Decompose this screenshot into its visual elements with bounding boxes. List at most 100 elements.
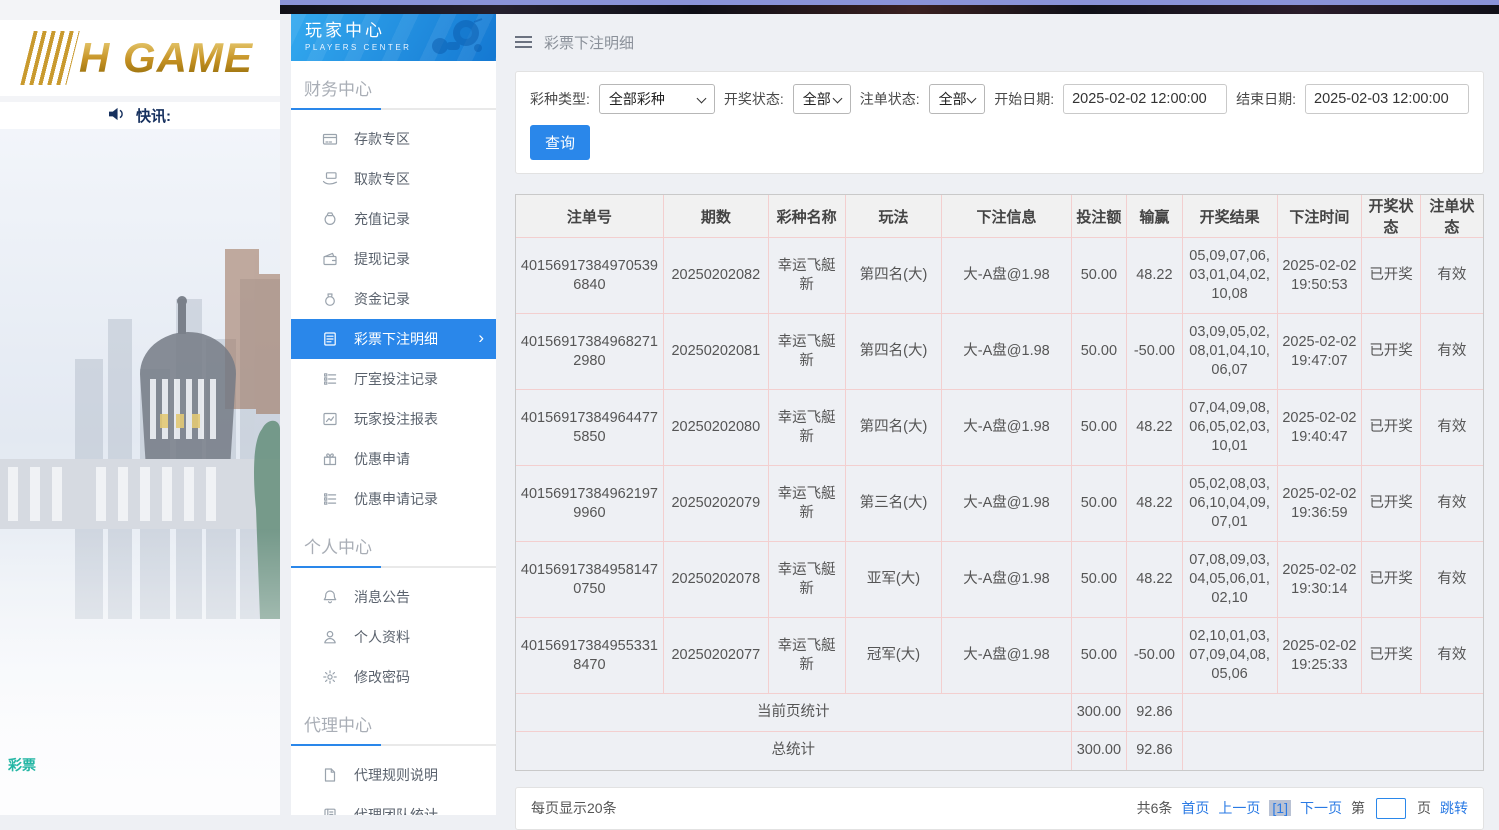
table-cell: 幸运飞艇新 (767, 617, 846, 694)
column-header: 期数 (662, 195, 769, 238)
summary-label: 总统计 (771, 742, 816, 759)
page-size-text: 每页显示20条 (531, 800, 617, 816)
sidebar-header: 玩家中心 PLAYERS CENTER (291, 14, 496, 61)
logo-stripes-icon (20, 31, 80, 85)
table-cell: 50.00 (1070, 313, 1127, 390)
draw-status-label: 开奖状态: (723, 91, 784, 107)
end-date-input[interactable] (1305, 84, 1469, 114)
sidebar-item-label: 充值记录 (354, 211, 410, 227)
page-title: 彩票下注明细 (544, 34, 635, 52)
brand-logo: H GAME (0, 20, 280, 96)
sidebar-item-label: 厅室投注记录 (354, 371, 438, 387)
sidebar-item-优惠申请[interactable]: 优惠申请 (291, 439, 496, 479)
table-cell: 50.00 (1070, 465, 1127, 542)
draw-status-select[interactable]: 全部 (792, 84, 851, 114)
table-cell: 有效 (1419, 313, 1483, 390)
table-cell: 第四名(大) (844, 237, 942, 314)
table-cell: 幸运飞艇新 (767, 237, 846, 314)
table-cell: 第三名(大) (844, 465, 942, 542)
table-row: 401569173849682712980 20250202081 幸运飞艇新 第四名… (516, 313, 1483, 390)
table-cell: 已开奖 (1361, 465, 1421, 542)
table-cell: 冠军(大) (844, 617, 942, 694)
table-cell: 幸运飞艇新 (767, 541, 846, 618)
table-cell: 05,02,08,03,06,10,04,09,07,01 (1181, 465, 1278, 542)
table-cell: 大-A盘@1.98 (941, 237, 1072, 314)
table-cell: -50.00 (1126, 313, 1183, 390)
page-header: 彩票下注明细 (515, 14, 1484, 58)
sidebar-item-修改密码[interactable]: 修改密码 (291, 657, 496, 697)
sidebar-item-代理规则说明[interactable]: 代理规则说明 (291, 755, 496, 795)
table-cell: 20250202078 (662, 541, 769, 618)
lottery-type-select[interactable]: 全部彩种 (598, 84, 715, 114)
column-header: 开奖状态 (1361, 195, 1421, 238)
sidebar-item-厅室投注记录[interactable]: 厅室投注记录 (291, 359, 496, 399)
table-cell: 2025-02-02 19:47:07 (1276, 313, 1362, 390)
next-page-link[interactable]: 下一页 (1300, 798, 1342, 818)
hand-icon (322, 171, 339, 187)
sidebar-item-优惠申请记录[interactable]: 优惠申请记录 (291, 479, 496, 519)
first-page-link[interactable]: 首页 (1181, 798, 1209, 818)
table-cell: 2025-02-02 19:50:53 (1276, 237, 1362, 314)
column-header: 注单状态 (1419, 195, 1483, 238)
table-cell: 20250202082 (662, 237, 769, 314)
jump-page-input[interactable] (1376, 797, 1406, 819)
order-status-select[interactable]: 全部 (928, 84, 986, 114)
column-header: 注单号 (516, 195, 664, 238)
sidebar-item-label: 消息公告 (354, 589, 410, 605)
sidebar-item-个人资料[interactable]: 个人资料 (291, 617, 496, 657)
sidebar-item-存款专区[interactable]: 存款专区 (291, 119, 496, 159)
table-cell: 已开奖 (1361, 617, 1421, 694)
sidebar-item-彩票下注明细[interactable]: 彩票下注明细 › (291, 319, 496, 359)
sidebar-item-label: 彩票下注明细 (354, 331, 438, 347)
gear-icon (322, 669, 339, 685)
table-cell: 幸运飞艇新 (767, 389, 846, 466)
summary-winloss-total: 92.86 (1126, 731, 1183, 770)
summary-row: 当前页统计 300.00 92.86 (516, 693, 1483, 732)
start-date-label: 开始日期: (994, 91, 1055, 107)
end-date-label: 结束日期: (1236, 91, 1296, 107)
sidebar-item-label: 个人资料 (354, 629, 410, 645)
table-cell: 02,10,01,03,07,09,04,08,05,06 (1181, 617, 1278, 694)
table-cell: 2025-02-02 19:40:47 (1276, 389, 1362, 466)
jump-suffix-text: 页 (1417, 800, 1431, 816)
sidebar-item-玩家投注报表[interactable]: 玩家投注报表 (291, 399, 496, 439)
sidebar-item-取款专区[interactable]: 取款专区 (291, 159, 496, 199)
chart-icon (322, 411, 339, 427)
sidebar-item-label: 资金记录 (354, 291, 410, 307)
summary-winloss-total: 92.86 (1126, 693, 1183, 732)
table-row: 401569173849644775850 20250202080 幸运飞艇新 第四名… (516, 389, 1483, 466)
lottery-type-label: 彩种类型: (530, 91, 590, 107)
table-cell: 有效 (1419, 617, 1483, 694)
sidebar-item-消息公告[interactable]: 消息公告 (291, 577, 496, 617)
section-divider (291, 744, 496, 746)
sidebar-item-资金记录[interactable]: 资金记录 (291, 279, 496, 319)
menu-toggle-icon[interactable] (515, 36, 532, 48)
table-cell: 已开奖 (1361, 237, 1421, 314)
order-status-label: 注单状态: (859, 91, 920, 107)
table-row: 401569173849621979960 20250202079 幸运飞艇新 第三名… (516, 465, 1483, 542)
logo-text: H GAME (79, 34, 253, 81)
table-cell: 07,04,09,08,06,05,02,03,10,01 (1181, 389, 1278, 466)
app-panel: 玩家中心 PLAYERS CENTER 财务中心 存款专区 取款专区 充值记录 提现记录… (280, 0, 1499, 830)
table-cell: 05,09,07,06,03,01,04,02,10,08 (1181, 237, 1278, 314)
table-cell: 50.00 (1070, 237, 1127, 314)
sidebar-item-label: 修改密码 (354, 669, 410, 685)
column-header: 下注时间 (1276, 195, 1362, 238)
file-icon (322, 767, 339, 783)
sidebar-item-提现记录[interactable]: 提现记录 (291, 239, 496, 279)
table-cell: 401569173849705396840 (516, 237, 664, 314)
news-ticker-bar: 快讯: (0, 102, 280, 129)
query-button[interactable]: 查询 (530, 125, 591, 160)
table-cell: 50.00 (1070, 541, 1127, 618)
summary-bet-total: 300.00 (1070, 693, 1127, 732)
sidebar-item-代理团队统计[interactable]: 代理团队统计 (291, 795, 496, 815)
table-cell: 第四名(大) (844, 389, 942, 466)
bets-table: 注单号 期数 彩种名称 玩法 下注信息 投注额 输赢 开奖结果 下注时间 开奖状态 注单状态 401… (516, 195, 1483, 770)
table-cell: 已开奖 (1361, 389, 1421, 466)
sidebar-item-label: 优惠申请记录 (354, 491, 438, 507)
start-date-input[interactable] (1063, 84, 1228, 114)
prev-page-link[interactable]: 上一页 (1218, 798, 1260, 818)
filter-panel: 彩种类型: 全部彩种 开奖状态: 全部 注单状态: 全部 开始日期: 结束日期:… (515, 71, 1484, 174)
sidebar-item-充值记录[interactable]: 充值记录 (291, 199, 496, 239)
jump-button[interactable]: 跳转 (1440, 798, 1468, 818)
